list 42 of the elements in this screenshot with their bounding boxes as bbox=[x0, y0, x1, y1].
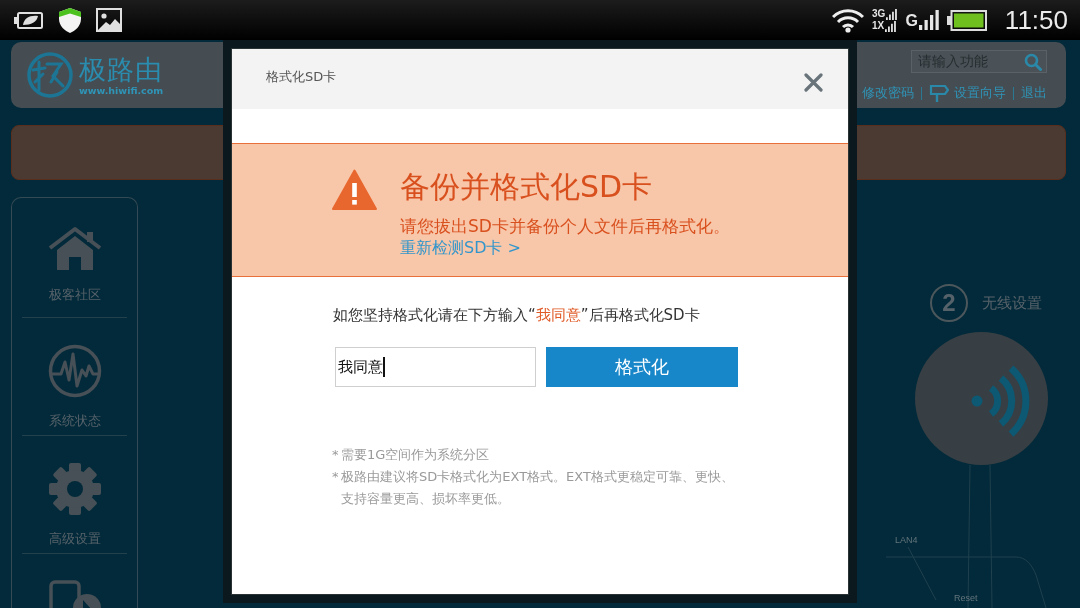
logo-url: www.hiwifi.com bbox=[79, 84, 164, 96]
warning-icon bbox=[332, 169, 377, 210]
step-label: 无线设置 bbox=[982, 293, 1042, 313]
note-text: * 需要1G空间作为系统分区 bbox=[332, 446, 490, 464]
sidebar-item[interactable]: 系统状态 bbox=[22, 318, 127, 436]
pulse-monitor-icon bbox=[47, 344, 102, 398]
signal-icon bbox=[918, 10, 939, 30]
header-link[interactable]: 修改密码 bbox=[862, 84, 914, 102]
wifi-icon bbox=[832, 7, 865, 33]
sidebar-item[interactable]: 极客社区 bbox=[22, 200, 127, 318]
signal-icon bbox=[886, 9, 898, 20]
search-icon bbox=[1024, 52, 1042, 71]
shield-icon bbox=[58, 6, 82, 34]
setup-wizard-link[interactable]: 设置向导 bbox=[929, 83, 1006, 103]
note-text: * 极路由建议将SD卡格式化为EXT格式。EXT格式更稳定可靠、更快、支持容量更高、损坏率更低。 bbox=[332, 468, 735, 508]
close-icon bbox=[804, 73, 823, 92]
step-number: 2 bbox=[930, 284, 968, 322]
format-button[interactable]: 格式化 bbox=[546, 347, 738, 387]
warning-message: 请您拔出SD卡并备份个人文件后再格式化。 bbox=[400, 215, 730, 237]
network-type-label: 1X bbox=[872, 20, 885, 32]
image-icon bbox=[96, 8, 122, 32]
port-label: Reset bbox=[954, 593, 978, 603]
close-button[interactable] bbox=[804, 73, 823, 92]
sidebar-item[interactable]: 高级设置 bbox=[22, 436, 127, 554]
dialog-title: 格式化SD卡 bbox=[266, 68, 337, 86]
redetect-link[interactable]: 重新检测SD卡 > bbox=[400, 237, 521, 259]
instruction-text: 如您坚持格式化请在下方输入“我同意”后再格式化SD卡 bbox=[333, 305, 700, 326]
network-type-label: 3G bbox=[872, 8, 886, 20]
port-label: LAN4 bbox=[895, 535, 918, 545]
battery-icon bbox=[946, 9, 987, 31]
home-icon bbox=[47, 226, 102, 272]
network-type-label: G bbox=[905, 12, 918, 30]
input-field[interactable]: 我同意 bbox=[335, 347, 536, 387]
settings-gear-icon bbox=[47, 462, 102, 516]
battery-leaf-icon bbox=[14, 9, 44, 31]
signal-icon bbox=[885, 21, 897, 32]
clock-time: 11:50 bbox=[1004, 4, 1068, 36]
logo-mark-icon bbox=[27, 52, 73, 98]
logo-name: 极路由 bbox=[79, 54, 164, 85]
header-link[interactable]: 退出 bbox=[1021, 84, 1047, 102]
warning-title: 备份并格式化SD卡 bbox=[400, 169, 653, 205]
signpost-icon bbox=[929, 83, 949, 103]
